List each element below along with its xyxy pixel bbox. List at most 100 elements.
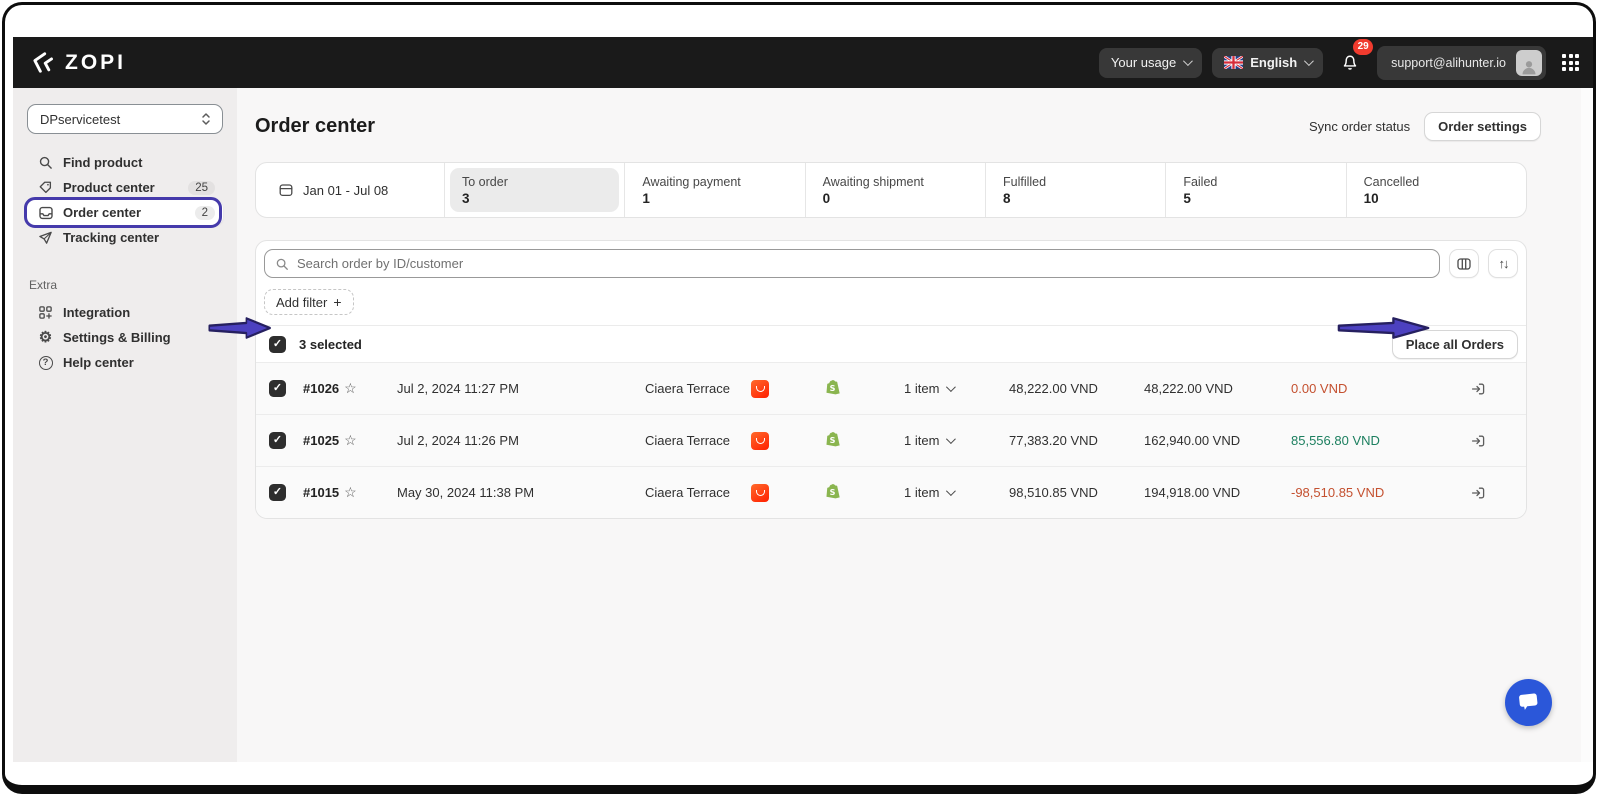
row-checkbox[interactable]: ✓: [269, 380, 286, 397]
order-row[interactable]: ✓ #1015 ☆ May 30, 2024 11:38 PM Ciaera Te…: [256, 466, 1526, 518]
items-dropdown[interactable]: 1 item: [904, 381, 1009, 396]
open-order-button[interactable]: [1466, 485, 1490, 501]
sidebar-section-extra: Extra: [29, 278, 58, 292]
store-name: DPservicetest: [40, 111, 121, 127]
sidebar-item-label: Order center: [63, 205, 142, 220]
row-checkbox[interactable]: ✓: [269, 432, 286, 449]
aliexpress-icon: [751, 431, 769, 450]
row-checkbox[interactable]: ✓: [269, 484, 286, 501]
app-body: DPservicetest Find product Product cente…: [13, 88, 1593, 762]
tab-to-order[interactable]: To order 3: [444, 163, 624, 217]
items-dropdown[interactable]: 1 item: [904, 433, 1009, 448]
uk-flag-icon: [1224, 56, 1244, 69]
order-cost: 98,510.85 VND: [1009, 485, 1098, 500]
star-icon[interactable]: ☆: [344, 432, 357, 449]
chevron-down-icon: [946, 434, 957, 445]
star-icon[interactable]: ☆: [344, 380, 357, 397]
open-order-button[interactable]: [1466, 433, 1490, 449]
tab-awaiting-shipment[interactable]: Awaiting shipment 0: [804, 163, 985, 217]
add-filter-button[interactable]: Add filter +: [264, 289, 354, 315]
sort-icon: ↑↓: [1498, 256, 1510, 271]
search-input[interactable]: [297, 256, 1429, 271]
account-menu[interactable]: support@alihunter.io: [1377, 45, 1546, 80]
sidebar-item-label: Help center: [63, 355, 134, 370]
svg-text:S: S: [830, 487, 836, 496]
topbar-actions: Your usage English 29 support@alihunter.…: [1098, 38, 1579, 80]
sidebar-nav: Find product Product center 25 Order cen…: [27, 150, 223, 250]
select-all-checkbox[interactable]: ✓: [269, 335, 286, 353]
shopify-icon: S: [824, 482, 904, 504]
language-label: English: [1250, 55, 1298, 70]
apps-grid-icon[interactable]: [1562, 54, 1579, 71]
order-customer: Ciaera Terrace: [645, 485, 731, 500]
zopi-logo-icon: [33, 52, 53, 73]
inbox-icon: [37, 205, 54, 221]
language-dropdown[interactable]: English: [1212, 47, 1324, 78]
window-frame: ZOPI Your usage English 29 support@alihu…: [2, 2, 1596, 794]
chat-widget-button[interactable]: [1505, 679, 1552, 726]
up-down-chevron-icon: [202, 113, 210, 125]
order-profit: 0.00 VND: [1291, 381, 1348, 396]
sidebar-item-label: Tracking center: [63, 230, 160, 245]
tab-awaiting-payment[interactable]: Awaiting payment 1: [624, 163, 804, 217]
order-id: #1025: [303, 433, 340, 448]
tab-cancelled[interactable]: Cancelled 10: [1345, 163, 1526, 217]
sidebar-item-help-center[interactable]: ? Help center: [27, 350, 223, 375]
order-settings-button[interactable]: Order settings: [1424, 111, 1541, 141]
search-box: [264, 249, 1440, 278]
sidebar-item-tracking-center[interactable]: Tracking center: [27, 225, 223, 250]
place-all-orders-button[interactable]: Place all Orders: [1391, 329, 1518, 359]
page-header: Order center Sync order status Order set…: [255, 110, 1541, 142]
tab-failed[interactable]: Failed 5: [1165, 163, 1345, 217]
svg-text:S: S: [830, 383, 836, 392]
order-row[interactable]: ✓ #1026 ☆ Jul 2, 2024 11:27 PM Ciaera Ter…: [256, 362, 1526, 414]
order-total: 194,918.00 VND: [1144, 485, 1241, 500]
columns-icon: [1457, 257, 1471, 270]
order-total: 48,222.00 VND: [1144, 381, 1233, 396]
sort-button[interactable]: ↑↓: [1488, 249, 1518, 278]
aliexpress-icon: [751, 483, 769, 502]
order-id: #1026: [303, 381, 340, 396]
sidebar-item-find-product[interactable]: Find product: [27, 150, 223, 175]
order-date: Jul 2, 2024 11:26 PM: [397, 433, 519, 448]
order-date: Jul 2, 2024 11:27 PM: [397, 381, 519, 396]
columns-toggle-button[interactable]: [1449, 249, 1479, 278]
gear-icon: ⚙: [38, 329, 53, 346]
arrow-into-bracket-icon: [1471, 383, 1485, 394]
selected-count-label: 3 selected: [299, 336, 362, 352]
your-usage-dropdown[interactable]: Your usage: [1098, 47, 1203, 78]
order-cost: 77,383.20 VND: [1009, 433, 1098, 448]
sidebar-item-product-center[interactable]: Product center 25: [27, 175, 223, 200]
order-total: 162,940.00 VND: [1144, 433, 1241, 448]
search-icon: [37, 155, 54, 170]
star-icon[interactable]: ☆: [344, 484, 357, 501]
sidebar-item-order-center[interactable]: Order center 2: [27, 200, 223, 225]
product-center-count-badge: 25: [188, 180, 215, 195]
order-center-count-badge: 2: [194, 205, 215, 220]
sidebar-item-settings-billing[interactable]: ⚙ Settings & Billing: [27, 325, 223, 350]
items-dropdown[interactable]: 1 item: [904, 485, 1009, 500]
sync-order-status-link[interactable]: Sync order status: [1309, 119, 1410, 134]
chevron-down-icon: [946, 382, 957, 393]
chevron-down-icon: [1183, 56, 1194, 67]
zopi-logo: ZOPI: [29, 49, 126, 76]
shopify-icon: S: [824, 378, 904, 400]
screenshot: ZOPI Your usage English 29 support@alihu…: [0, 0, 1600, 799]
order-profit: -98,510.85 VND: [1291, 485, 1385, 500]
bell-icon: [1343, 55, 1357, 70]
sidebar-item-integration[interactable]: Integration: [27, 300, 223, 325]
notifications-button[interactable]: 29: [1333, 38, 1374, 79]
scrollbar-track[interactable]: [1581, 88, 1593, 762]
open-order-button[interactable]: [1466, 381, 1490, 397]
notification-badge: 29: [1353, 38, 1374, 55]
tag-icon: [37, 180, 54, 195]
plus-icon: +: [333, 294, 342, 310]
account-email: support@alihunter.io: [1391, 55, 1506, 70]
date-range-picker[interactable]: Jan 01 - Jul 08: [256, 163, 444, 217]
order-date: May 30, 2024 11:38 PM: [397, 485, 535, 500]
order-id: #1015: [303, 485, 340, 500]
store-selector[interactable]: DPservicetest: [27, 104, 223, 134]
tab-fulfilled[interactable]: Fulfilled 8: [984, 163, 1165, 217]
order-row[interactable]: ✓ #1025 ☆ Jul 2, 2024 11:26 PM Ciaera Ter…: [256, 414, 1526, 466]
calendar-icon: [279, 184, 293, 197]
